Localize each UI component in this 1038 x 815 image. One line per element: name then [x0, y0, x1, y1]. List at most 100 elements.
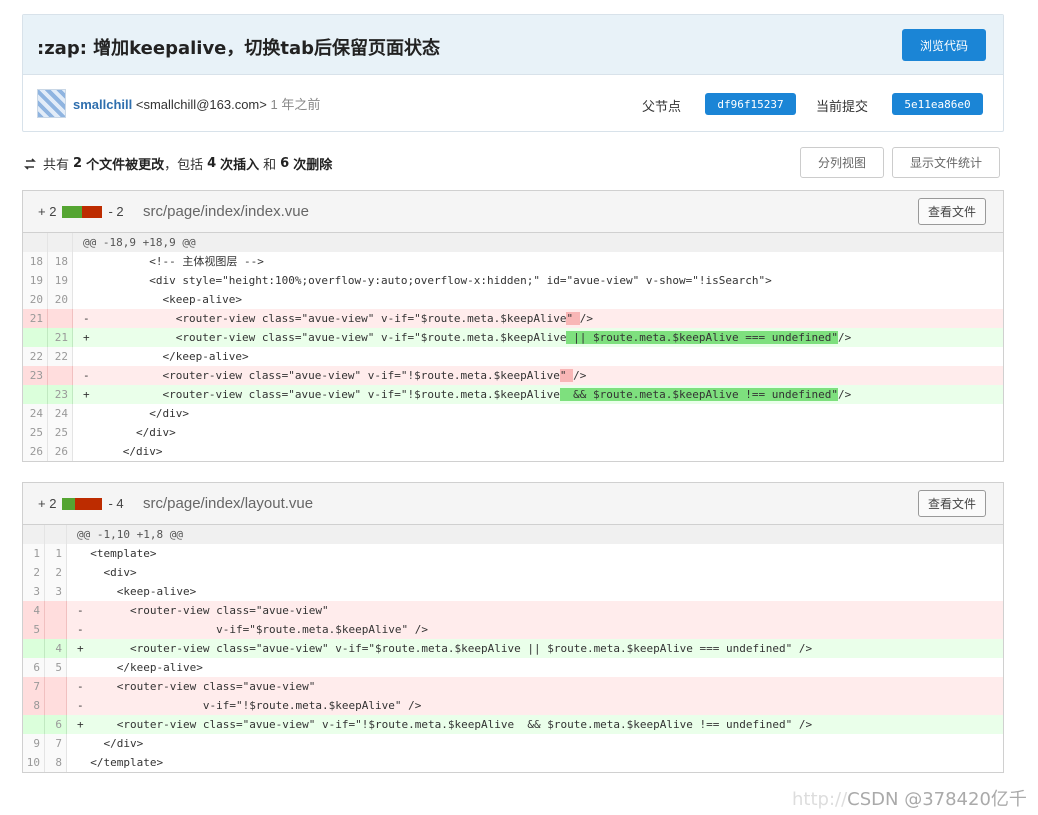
old-line-number[interactable]	[23, 639, 45, 658]
old-line-number[interactable]: 6	[23, 658, 45, 677]
old-line-number[interactable]: 21	[23, 309, 48, 328]
old-line-number[interactable]: 19	[23, 271, 48, 290]
diff-line: 22 <div>	[23, 563, 1003, 582]
diff-sign: +	[83, 331, 90, 344]
code-line: <template>	[67, 544, 1003, 563]
old-line-number[interactable]: 7	[23, 677, 45, 696]
new-line-number[interactable]	[48, 233, 73, 252]
code-text: </keep-alive>	[90, 661, 203, 674]
diff-line: 20 20 <keep-alive>	[23, 290, 1003, 309]
hunk-header: @@ -1,10 +1,8 @@	[23, 525, 1003, 544]
new-line-number[interactable]: 20	[48, 290, 73, 309]
new-line-number[interactable]	[48, 366, 73, 385]
new-line-number[interactable]: 5	[45, 658, 67, 677]
diff-body: @@ -18,9 +18,9 @@ 18 18 <!-- 主体视图层 --> 19 19…	[23, 233, 1003, 461]
code-text: @@ -18,9 +18,9 @@	[83, 236, 196, 249]
code-line: - v-if="!$route.meta.$keepAlive" />	[67, 696, 1003, 715]
diff-line: 11 <template>	[23, 544, 1003, 563]
code-line: </div>	[73, 404, 1003, 423]
old-line-number[interactable]: 9	[23, 734, 45, 753]
old-line-number[interactable]	[23, 525, 45, 544]
code-line: <keep-alive>	[67, 582, 1003, 601]
new-line-number[interactable]: 22	[48, 347, 73, 366]
diff-sign: -	[77, 699, 84, 712]
old-line-number[interactable]	[23, 233, 48, 252]
view-file-button[interactable]: 查看文件	[918, 198, 986, 225]
diff-sign: -	[77, 623, 84, 636]
old-line-number[interactable]: 8	[23, 696, 45, 715]
code-text: <router-view class="avue-view" v-if="!$r…	[96, 369, 560, 382]
new-line-number[interactable]	[45, 677, 67, 696]
diff-sign: -	[83, 312, 90, 325]
code-line: - <router-view class="avue-view" v-if="!…	[73, 366, 1003, 385]
author-name-link[interactable]: smallchill	[73, 97, 132, 112]
new-line-number[interactable]: 4	[45, 639, 67, 658]
code-line: - <router-view class="avue-view"	[67, 677, 1003, 696]
inline-change-highlight: "	[566, 312, 580, 325]
old-line-number[interactable]	[23, 715, 45, 734]
new-line-number[interactable]: 1	[45, 544, 67, 563]
code-text: <template>	[90, 547, 157, 560]
old-line-number[interactable]: 26	[23, 442, 48, 461]
diff-line: 25 25 </div>	[23, 423, 1003, 442]
new-line-number[interactable]: 19	[48, 271, 73, 290]
diff-line: 22 22 </keep-alive>	[23, 347, 1003, 366]
diff-sign	[83, 407, 90, 420]
new-line-number[interactable]: 3	[45, 582, 67, 601]
old-line-number[interactable]	[23, 328, 48, 347]
new-line-number[interactable]: 21	[48, 328, 73, 347]
old-line-number[interactable]	[23, 385, 48, 404]
deletions-count: - 4	[108, 496, 124, 511]
show-file-stats-button[interactable]: 显示文件统计	[892, 147, 1000, 178]
code-text: <div style="height:100%;overflow-y:auto;…	[96, 274, 772, 287]
new-line-number[interactable]	[45, 525, 67, 544]
code-line: - <router-view class="avue-view"	[67, 601, 1003, 620]
summary-deletions-text: 次删除	[293, 158, 333, 173]
split-view-button[interactable]: 分列视图	[800, 147, 884, 178]
old-line-number[interactable]: 20	[23, 290, 48, 309]
new-line-number[interactable]: 2	[45, 563, 67, 582]
current-sha-button[interactable]: 5e11ea86e0	[892, 93, 983, 115]
new-line-number[interactable]	[48, 309, 73, 328]
new-line-number[interactable]: 23	[48, 385, 73, 404]
new-line-number[interactable]	[45, 620, 67, 639]
old-line-number[interactable]: 2	[23, 563, 45, 582]
new-line-number[interactable]: 18	[48, 252, 73, 271]
old-line-number[interactable]: 23	[23, 366, 48, 385]
old-line-number[interactable]: 10	[23, 753, 45, 772]
avatar[interactable]	[37, 89, 66, 118]
browse-code-button[interactable]: 浏览代码	[902, 29, 986, 61]
old-line-number[interactable]: 4	[23, 601, 45, 620]
old-line-number[interactable]: 24	[23, 404, 48, 423]
new-line-number[interactable]	[45, 696, 67, 715]
new-line-number[interactable]: 24	[48, 404, 73, 423]
inline-change-highlight: && $route.meta.$keepAlive !== undefined"	[559, 388, 838, 401]
old-line-number[interactable]: 1	[23, 544, 45, 563]
new-line-number[interactable]: 26	[48, 442, 73, 461]
parent-sha-button[interactable]: df96f15237	[705, 93, 796, 115]
new-line-number[interactable]	[45, 601, 67, 620]
diff-sign	[77, 547, 84, 560]
code-line: </template>	[67, 753, 1003, 772]
old-line-number[interactable]: 22	[23, 347, 48, 366]
old-line-number[interactable]: 3	[23, 582, 45, 601]
file-path[interactable]: src/page/index/index.vue	[143, 203, 309, 220]
code-text: <router-view class="avue-view"	[90, 680, 316, 693]
code-line: - v-if="$route.meta.$keepAlive" />	[67, 620, 1003, 639]
commit-time: 1 年之前	[270, 97, 321, 112]
old-line-number[interactable]: 25	[23, 423, 48, 442]
code-line: </keep-alive>	[73, 347, 1003, 366]
view-file-button[interactable]: 查看文件	[918, 490, 986, 517]
new-line-number[interactable]: 7	[45, 734, 67, 753]
old-line-number[interactable]: 18	[23, 252, 48, 271]
new-line-number[interactable]: 6	[45, 715, 67, 734]
file-path[interactable]: src/page/index/layout.vue	[143, 495, 313, 512]
author-row: smallchill <smallchill@163.com> 1 年之前 父节…	[23, 75, 1003, 131]
code-text: <router-view class="avue-view" v-if="$ro…	[96, 312, 567, 325]
watermark-faint: http://	[792, 789, 848, 810]
new-line-number[interactable]: 8	[45, 753, 67, 772]
code-text: @@ -1,10 +1,8 @@	[77, 528, 183, 541]
old-line-number[interactable]: 5	[23, 620, 45, 639]
code-line: + <router-view class="avue-view" v-if="$…	[67, 639, 1003, 658]
new-line-number[interactable]: 25	[48, 423, 73, 442]
